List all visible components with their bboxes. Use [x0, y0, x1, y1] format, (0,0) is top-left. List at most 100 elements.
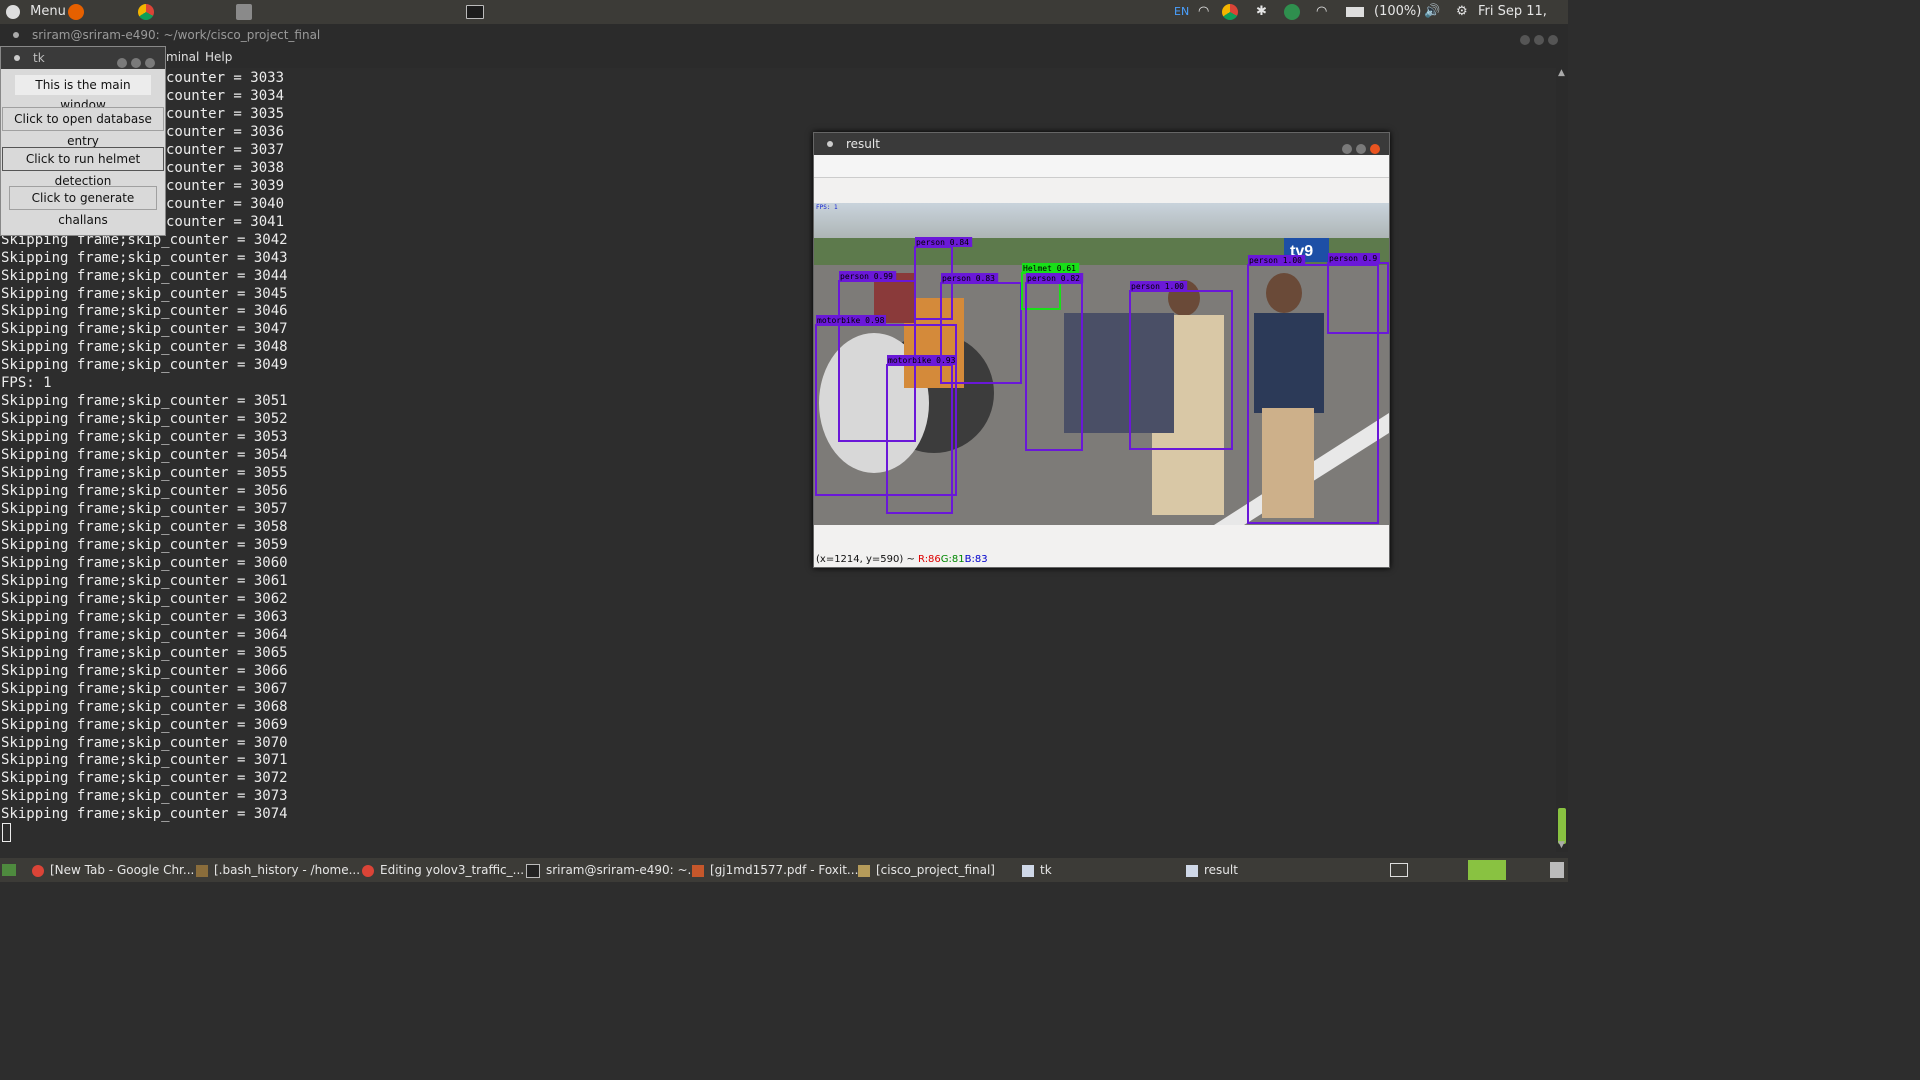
maximize-icon[interactable]	[1356, 144, 1366, 154]
task-editing[interactable]: Editing yolov3_traffic_...	[362, 858, 524, 882]
minimize-icon[interactable]	[1520, 35, 1530, 45]
calculator-launcher[interactable]	[236, 0, 252, 24]
minimize-icon[interactable]	[117, 58, 127, 68]
close-icon[interactable]	[1548, 35, 1558, 45]
battery-icon[interactable]	[1346, 0, 1364, 24]
menu-button[interactable]: Menu	[6, 0, 66, 24]
detection-label: person 0.83	[942, 274, 995, 283]
detection-label: person 1.00	[1131, 282, 1184, 291]
terminal-title-dot-icon	[13, 32, 19, 38]
task-folder[interactable]: [cisco_project_final]	[858, 858, 995, 882]
status-r: R:86	[918, 554, 941, 565]
terminal-line: counter = 3034	[166, 87, 285, 104]
workspace-switcher-icon[interactable]	[1390, 863, 1408, 877]
terminal-line: Skipping frame;skip_counter = 3058	[1, 519, 288, 535]
mint-logo-icon	[6, 4, 20, 19]
status-g: G:81	[940, 554, 965, 565]
window-icon	[1186, 864, 1198, 877]
volume-icon[interactable]: 🔊	[1424, 0, 1440, 24]
terminal-line: FPS: 1	[1, 375, 52, 392]
firefox-launcher[interactable]	[68, 0, 84, 24]
person-legs	[1262, 408, 1314, 518]
generate-challans-button[interactable]: Click to generate challans	[9, 186, 157, 227]
result-titlebar[interactable]: result	[814, 133, 1389, 155]
task-bash-history[interactable]: [.bash_history - /home...	[196, 858, 360, 882]
detection-label: motorbike 0.93	[888, 356, 956, 365]
terminal-titlebar[interactable]: sriram@sriram-e490: ~/work/cisco_project…	[0, 24, 1568, 46]
result-title: result	[846, 137, 880, 151]
detection-label: Helmet 0.61	[1023, 264, 1076, 273]
detection-frame[interactable]: tv9 FPS: 1 person 0.84 person 0.99 person …	[814, 203, 1389, 525]
task-label: [cisco_project_final]	[876, 863, 995, 877]
battery-percent: (100%)	[1374, 4, 1422, 19]
firefox-icon	[68, 3, 84, 20]
menu-help[interactable]: Help	[205, 46, 232, 68]
pixel-status: (x=1214, y=590) ~ R:86G:81B:83	[816, 554, 988, 565]
chrome-tray-icon[interactable]	[1222, 0, 1238, 24]
terminal-line: Skipping frame;skip_counter = 3063	[1, 608, 288, 625]
detection-label: person 0.99	[840, 272, 893, 281]
terminal-icon	[526, 863, 540, 878]
terminal-line: Skipping frame;skip_counter = 3046	[1, 303, 288, 320]
terminal-line: Skipping frame;skip_counter = 3053	[1, 429, 288, 446]
scroll-down-icon[interactable]: ▼	[1558, 840, 1565, 850]
detection-label: person 0.82	[1027, 274, 1080, 283]
editor-icon	[196, 864, 208, 877]
keyboard-layout[interactable]: EN	[1174, 0, 1189, 24]
terminal-line: counter = 3033	[166, 70, 285, 86]
terminal-line: Skipping frame;skip_counter = 3072	[1, 770, 288, 787]
terminal-menubar: minal Help	[0, 46, 1568, 68]
fps-label: FPS: 1	[816, 204, 838, 211]
maximize-icon[interactable]	[131, 58, 141, 68]
tk-titlebar[interactable]: tk	[1, 47, 165, 69]
terminal-line: Skipping frame;skip_counter = 3065	[1, 644, 288, 661]
terminal-icon	[466, 4, 484, 19]
task-label: Editing yolov3_traffic_...	[380, 863, 525, 877]
run-helmet-detection-button[interactable]: Click to run helmet detection	[2, 147, 164, 188]
maximize-icon[interactable]	[1534, 35, 1544, 45]
terminal-line: Skipping frame;skip_counter = 3074	[1, 806, 288, 823]
scrollbar-thumb[interactable]	[1558, 808, 1566, 844]
workspace-active-icon[interactable]	[1468, 860, 1506, 880]
terminal-line: Skipping frame;skip_counter = 3061	[1, 572, 288, 589]
terminal-line: Skipping frame;skip_counter = 3045	[1, 285, 288, 302]
update-icon[interactable]	[1284, 0, 1300, 24]
terminal-scrollbar[interactable]: ▲ ▼	[1556, 68, 1568, 852]
terminal-line: Skipping frame;skip_counter = 3044	[1, 267, 288, 284]
task-foxit[interactable]: [gj1md1577.pdf - Foxit...	[692, 858, 858, 882]
terminal-line: Skipping frame;skip_counter = 3070	[1, 734, 288, 751]
trash-icon[interactable]	[1550, 862, 1564, 878]
terminal-line: Skipping frame;skip_counter = 3051	[1, 393, 288, 410]
result-toolbar	[814, 155, 1389, 178]
menu-terminal[interactable]: minal	[166, 46, 199, 68]
task-terminal[interactable]: sriram@sriram-e490: ~...	[526, 858, 699, 882]
terminal-launcher[interactable]	[466, 0, 484, 24]
settings-icon[interactable]: ⚙	[1456, 0, 1468, 24]
task-tk[interactable]: tk	[1022, 858, 1052, 882]
clock[interactable]: Fri Sep 11, 00:07	[1478, 0, 1568, 43]
terminal-line: Skipping frame;skip_counter = 3059	[1, 536, 288, 553]
network-icon[interactable]: ◠	[1316, 0, 1327, 24]
terminal-line: counter = 3039	[166, 177, 285, 194]
chrome-icon	[362, 864, 374, 877]
result-title-dot-icon	[827, 141, 833, 147]
terminal-line: Skipping frame;skip_counter = 3073	[1, 788, 288, 805]
person-body	[1254, 313, 1324, 413]
terminal-line: Skipping frame;skip_counter = 3066	[1, 662, 288, 679]
taskbar: [New Tab - Google Chr... [.bash_history …	[0, 858, 1568, 882]
close-icon[interactable]	[1370, 144, 1380, 154]
task-result[interactable]: result	[1186, 858, 1238, 882]
task-label: sriram@sriram-e490: ~...	[546, 863, 699, 877]
wifi-icon[interactable]: ◠	[1198, 0, 1209, 24]
scroll-up-icon[interactable]: ▲	[1558, 68, 1565, 78]
close-icon[interactable]	[145, 58, 155, 68]
task-chrome[interactable]: [New Tab - Google Chr...	[32, 858, 194, 882]
open-database-button[interactable]: Click to open database entry	[2, 107, 164, 148]
bluetooth-icon[interactable]: ✱	[1256, 0, 1267, 24]
chrome-launcher[interactable]	[138, 0, 154, 24]
minimize-icon[interactable]	[1342, 144, 1352, 154]
detection-label: person 0.9	[1329, 254, 1377, 263]
detection-label: person 1.00	[1249, 256, 1302, 265]
show-desktop-icon[interactable]	[2, 864, 16, 876]
tk-window: tk This is the main window Click to open…	[0, 46, 166, 236]
